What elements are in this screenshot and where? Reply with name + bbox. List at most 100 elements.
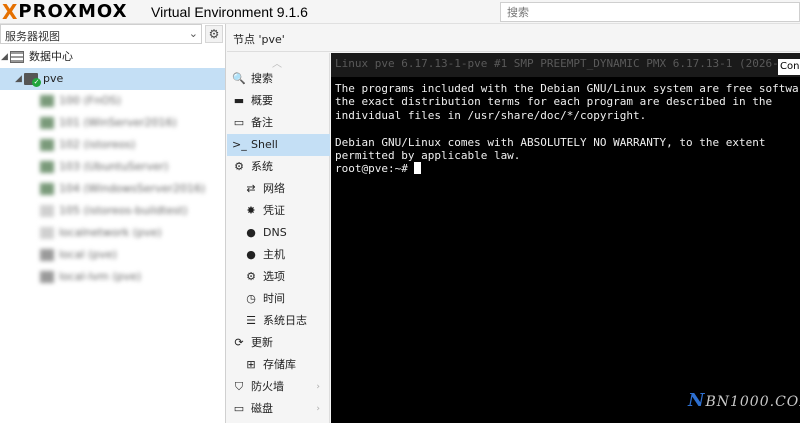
vm-icon: [40, 139, 54, 151]
terminal-line: individual files in /usr/share/doc/*/cop…: [335, 109, 646, 122]
tree-item-label: 103 (UbuntuServer): [59, 160, 169, 173]
tree-item-guest[interactable]: 104 (WindowsServer2016): [0, 178, 225, 200]
storage-icon: [40, 271, 54, 283]
connect-button[interactable]: Con: [778, 59, 800, 75]
menu-item-label: 主机: [263, 248, 285, 261]
menu-item-label: Shell: [251, 138, 278, 151]
watermark-mark: N: [688, 390, 706, 411]
tree-item-label: local (pve): [59, 248, 117, 261]
vm-icon: [40, 183, 54, 195]
notes-icon: ▭: [233, 116, 245, 129]
expand-toggle-icon[interactable]: ◢: [1, 46, 8, 68]
globe-icon: ●: [246, 248, 256, 261]
tree-item-label: local-lvm (pve): [59, 270, 142, 283]
chevron-right-icon: ›: [316, 382, 320, 392]
terminal-line-text: root@pve:~#: [335, 162, 408, 176]
tree-item-label: localnetwork (pve): [59, 226, 162, 239]
tree-item-guest[interactable]: localnetwork (pve): [0, 222, 225, 244]
menu-item-label: 系统日志: [263, 314, 307, 327]
terminal-line: the exact distribution terms for each pr…: [335, 95, 772, 108]
vm-icon: [40, 117, 54, 129]
menu-item-book-1[interactable]: ▬ 概要: [227, 90, 330, 112]
view-selector[interactable]: 服务器视图 ⌄: [0, 24, 202, 44]
chevron-down-icon: ⌄: [188, 27, 198, 40]
terminal-icon: >_: [232, 138, 247, 151]
menu-item-exchange-5[interactable]: ⇄ 网络: [227, 178, 330, 200]
book-icon: ▬: [233, 94, 245, 107]
tree-item-guest[interactable]: local (pve): [0, 244, 225, 266]
tree-item-node[interactable]: ◢ ✓ pve: [0, 68, 225, 90]
menu-item-list-11[interactable]: ☰ 系统日志: [227, 310, 330, 332]
menu-item-notes-2[interactable]: ▭ 备注: [227, 112, 330, 134]
tree-item-guest[interactable]: 105 (istoreos-buildtest): [0, 200, 225, 222]
menu-item-gear-9[interactable]: ⚙ 选项: [227, 266, 330, 288]
terminal-line-text: individual files in /usr/share/doc/*/cop…: [335, 108, 647, 122]
menu-item-label: 搜索: [251, 72, 273, 85]
clock-icon: ◷: [246, 292, 256, 305]
tree-item-guest[interactable]: local-lvm (pve): [0, 266, 225, 288]
menu-item-label: DNS: [263, 226, 287, 239]
top-header: X PROXMOX Virtual Environment 9.1.6: [0, 0, 800, 24]
menu-item-label: 更新: [251, 336, 273, 349]
menu-item-certificate-6[interactable]: ✸ 凭证: [227, 200, 330, 222]
menu-item-label: 磁盘: [251, 402, 273, 415]
tree-item-label: 105 (istoreos-buildtest): [59, 204, 188, 217]
exchange-icon: ⇄: [246, 182, 256, 195]
product-version: Virtual Environment 9.1.6: [151, 4, 308, 20]
vm-icon: [40, 227, 54, 239]
gear-icon[interactable]: ⚙: [205, 25, 223, 43]
shell-prompt: root@pve:~#: [335, 162, 421, 175]
tree-item-datacenter[interactable]: ◢ 数据中心: [0, 46, 225, 68]
tree-item-guest[interactable]: 103 (UbuntuServer): [0, 156, 225, 178]
menu-item-label: 网络: [263, 182, 285, 195]
menu-item-label: 系统: [251, 160, 273, 173]
terminal-line-text: permitted by applicable law.: [335, 149, 521, 162]
text-cursor: [413, 162, 421, 175]
terminal-line: Debian GNU/Linux comes with ABSOLUTELY N…: [335, 136, 765, 149]
menu-item-globe-7[interactable]: ● DNS: [227, 222, 330, 244]
globe-icon: ●: [246, 226, 256, 239]
menu-item-package-13[interactable]: ⊞ 存储库: [227, 354, 330, 376]
watermark-text: BN1000.COM: [705, 394, 800, 410]
logo-wordmark: PROXMOX: [18, 1, 128, 22]
vm-icon: [40, 205, 54, 217]
status-ok-icon: ✓: [32, 78, 41, 87]
resource-tree: 服务器视图 ⌄ ⚙ ◢ 数据中心 ◢ ✓ pve 100 (FnOS) 101 (WinSe…: [0, 24, 226, 423]
menu-item-disk-15[interactable]: ▭ 磁盘 ›: [227, 398, 330, 420]
menu-item-search-0[interactable]: 🔍 搜索: [227, 68, 330, 90]
cogs-icon: ⚙: [234, 160, 244, 173]
tree-item-label: 数据中心: [29, 50, 73, 63]
menu-item-cogs-4[interactable]: ⚙ 系统: [227, 156, 330, 178]
menu-item-label: 时间: [263, 292, 285, 305]
content-header: 节点 'pve': [227, 24, 800, 52]
datacenter-icon: [10, 51, 24, 63]
terminal-line-text: Debian GNU/Linux comes with ABSOLUTELY N…: [335, 135, 766, 149]
list-icon: ☰: [246, 314, 256, 327]
vm-icon: [40, 95, 54, 107]
proxmox-logo[interactable]: X PROXMOX: [2, 1, 128, 22]
vm-icon: [40, 161, 54, 173]
tree-item-guest[interactable]: 102 (istoreos): [0, 134, 225, 156]
disk-icon: ▭: [233, 402, 245, 415]
menu-item-shield-14[interactable]: ⛉ 防火墙 ›: [227, 376, 330, 398]
gear-icon: ⚙: [246, 270, 256, 283]
node-menu: ︿ 🔍 搜索 ▬ 概要 ▭ 备注 >_ Shell ⚙ 系统 ⇄ 网络 ✸ 凭证 ● DNS ● 主机 ⚙ 选项 ◷ 时间…: [227, 53, 330, 423]
search-icon: 🔍: [232, 72, 246, 85]
search-input[interactable]: [500, 2, 800, 22]
menu-item-globe-8[interactable]: ● 主机: [227, 244, 330, 266]
expand-toggle-icon[interactable]: ◢: [15, 68, 22, 90]
menu-item-label: 凭证: [263, 204, 285, 217]
tree-item-guest[interactable]: 101 (WinServer2016): [0, 112, 225, 134]
terminal-status-text: Linux pve 6.17.13-1-pve #1 SMP PREEMPT_D…: [335, 57, 779, 70]
menu-item-label: 防火墙: [251, 380, 284, 393]
menu-item-terminal-3[interactable]: >_ Shell: [227, 134, 330, 156]
certificate-icon: ✸: [246, 204, 256, 217]
shell-terminal[interactable]: Linux pve 6.17.13-1-pve #1 SMP PREEMPT_D…: [331, 53, 800, 423]
terminal-line: permitted by applicable law.: [335, 149, 520, 162]
menu-item-refresh-12[interactable]: ⟳ 更新: [227, 332, 330, 354]
menu-item-label: 备注: [251, 116, 273, 129]
tree-item-guest[interactable]: 100 (FnOS): [0, 90, 225, 112]
menu-item-clock-10[interactable]: ◷ 时间: [227, 288, 330, 310]
terminal-line-text: the exact distribution terms for each pr…: [335, 95, 773, 109]
menu-item-label: 存储库: [263, 358, 296, 371]
